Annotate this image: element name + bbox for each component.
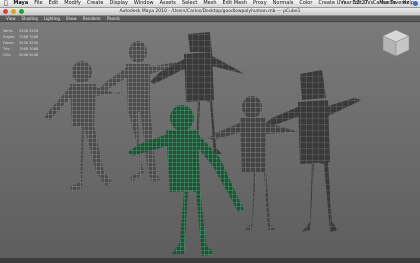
maya-screen:  Maya File Edit Modify Create Display W… [0,0,420,263]
panel-menu-view[interactable]: View [6,16,16,21]
menu-proxy[interactable]: Proxy [253,0,267,7]
menu-create[interactable]: Create [87,0,104,7]
mac-menu-bar:  Maya File Edit Modify Create Display W… [0,0,420,8]
panel-menu-shading[interactable]: Shading [22,16,38,21]
menu-edit-mesh[interactable]: Edit Mesh [223,0,247,7]
menu-edit[interactable]: Edit [49,0,59,7]
perspective-viewport[interactable]: Verts: 3534 3534 Edges: 7068 7068 Faces: 3534… [0,22,420,258]
window-title: Autodesk Maya 2010 - /Users/Carlos/Deskt… [119,9,301,14]
menu-file[interactable]: File [34,0,42,7]
clock[interactable]: mar 12:27 [342,0,368,7]
spotlight-icon[interactable] [413,1,418,6]
panel-menu-renderer[interactable]: Renderer [83,16,101,21]
menu-mesh[interactable]: Mesh [203,0,216,7]
menu-extras: mar 12:27 Carlos Taverez [337,0,418,7]
apple-icon[interactable]:  [4,1,9,7]
mesh-figure-box-2[interactable] [262,70,362,232]
menu-select[interactable]: Select [182,0,197,7]
user-name[interactable]: Carlos Taverez [373,0,409,7]
menu-modify[interactable]: Modify [64,0,81,7]
status-bar [0,258,420,263]
panel-menu-panels[interactable]: Panels [107,16,120,21]
menu-assets[interactable]: Assets [160,0,176,7]
menu-app-name[interactable]: Maya [13,0,28,7]
menu-window[interactable]: Window [134,0,154,7]
menu-color[interactable]: Color [299,0,312,7]
panel-menu-lighting[interactable]: Lighting [44,16,60,21]
window-title-bar: Autodesk Maya 2010 - /Users/Carlos/Deskt… [0,8,420,16]
menu-display[interactable]: Display [109,0,127,7]
panel-menu-show[interactable]: Show [66,16,77,21]
menu-normals[interactable]: Normals [273,0,294,7]
